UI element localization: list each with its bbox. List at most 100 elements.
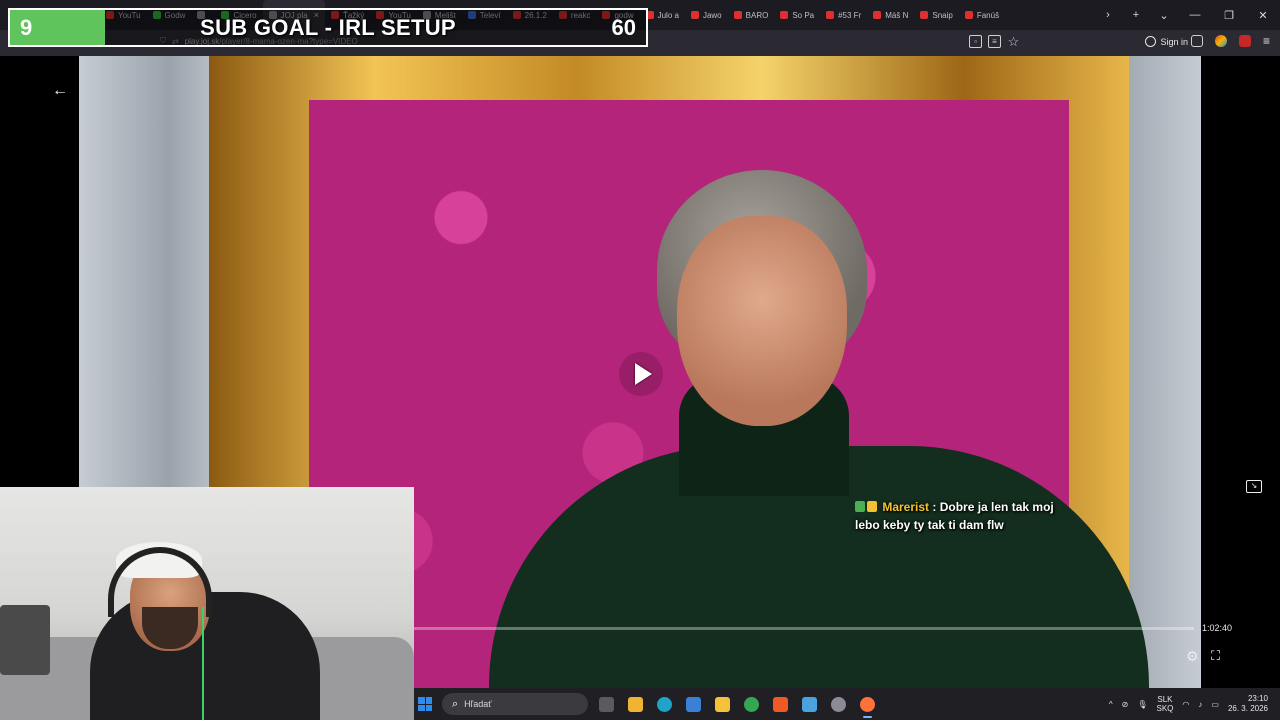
taskbar-app-steam[interactable]: [824, 688, 853, 720]
woman-face: [677, 216, 847, 426]
task-view-icon: [599, 696, 614, 712]
lang-line2: SKQ: [1156, 704, 1174, 713]
browser-tab[interactable]: BARO: [728, 0, 775, 30]
youtube-icon: [780, 11, 789, 19]
taskbar-app-edge[interactable]: [650, 688, 679, 720]
play-button[interactable]: [619, 352, 663, 396]
wifi-icon[interactable]: ◠: [1182, 700, 1189, 709]
taskbar-app-brave[interactable]: [766, 688, 795, 720]
play-icon: [635, 363, 652, 385]
search-placeholder: Hľadať: [464, 699, 492, 709]
tabbar-controls: › + ⌄ — ❐ ✕: [1094, 0, 1280, 30]
browser-tab-label: Snaip: [932, 10, 953, 20]
search-icon: ⌕: [452, 697, 459, 710]
chrome-icon: [744, 696, 759, 712]
green-cable: [202, 607, 204, 720]
edge-icon: [657, 696, 672, 712]
notepad-icon: [802, 696, 817, 712]
network-off-icon[interactable]: ⊘: [1122, 700, 1129, 709]
back-arrow-icon[interactable]: ←: [52, 82, 68, 100]
subscriber-badge-icon: [867, 501, 877, 512]
duration-label: 1:02:40: [1202, 623, 1233, 633]
browser-tab-label: Julo a: [657, 10, 679, 20]
chat-badge-icon: [855, 501, 865, 512]
windows-logo-icon: [418, 697, 432, 711]
youtube-icon: [690, 11, 699, 19]
microphone-icon[interactable]: 🎙: [1137, 700, 1147, 709]
sub-goal-target: 60: [611, 15, 636, 40]
tray-chevron-icon[interactable]: ^: [1109, 700, 1113, 709]
volume-icon[interactable]: ♪: [1198, 700, 1202, 709]
chat-separator: :: [929, 500, 940, 514]
taskbar-search[interactable]: ⌕ Hľadať: [442, 693, 588, 715]
ublock-icon[interactable]: [1238, 35, 1251, 47]
reader-view-icon[interactable]: ≡: [988, 35, 1001, 48]
exit-picture-in-picture-icon[interactable]: ↘: [1246, 480, 1262, 493]
browser-tab-label: Jawo: [702, 10, 722, 20]
windows-taskbar: ⌕ Hľadať ^ ⊘ 🎙 SLK SKQ ◠ ♪ ▭ 23:10 26. 3…: [414, 688, 1280, 720]
system-tray: ^ ⊘ 🎙 SLK SKQ ◠ ♪ ▭ 23:10 26. 3. 2026: [1109, 688, 1280, 720]
youtube-icon: [964, 11, 973, 19]
chat-username: Marerist: [882, 500, 930, 514]
clock[interactable]: 23:10 26. 3. 2026: [1228, 694, 1268, 714]
browser-tab[interactable]: #53 Fr: [820, 0, 867, 30]
battery-icon[interactable]: ▭: [1211, 700, 1219, 709]
taskbar-app-firefox[interactable]: [853, 688, 882, 720]
bookmark-star-icon[interactable]: ☆: [1007, 35, 1020, 48]
lang-line1: SLK: [1157, 695, 1173, 704]
youtube-icon: [920, 11, 929, 19]
toolbar-extensions: ≡: [1190, 35, 1270, 47]
browser-tab[interactable]: Jawo: [685, 0, 728, 30]
pinned-apps: [592, 688, 882, 720]
minimize-button[interactable]: —: [1178, 0, 1212, 30]
browser-tab-label: BARO: [745, 10, 769, 20]
explorer-icon: [715, 696, 730, 712]
taskbar-app-photos[interactable]: [679, 688, 708, 720]
chat-message: Marerist : Dobre ja len tak moj lebo keb…: [855, 498, 1065, 534]
clock-date: 26. 3. 2026: [1227, 704, 1268, 713]
browser-tab-label: So Pa: [792, 10, 815, 20]
photos-icon: [686, 696, 701, 712]
picture-in-picture-icon[interactable]: ▫: [969, 35, 982, 48]
store-icon: [628, 696, 643, 712]
account-icon: [1145, 36, 1157, 47]
tab-scroll-right-button[interactable]: ›: [1094, 0, 1122, 30]
taskbar-app-chrome[interactable]: [737, 688, 766, 720]
restore-button[interactable]: ❐: [1212, 0, 1246, 30]
input-language[interactable]: SLK SKQ: [1157, 695, 1174, 713]
browser-tab-label: #53 Fr: [838, 10, 862, 20]
youtube-icon: [733, 11, 742, 19]
taskbar-app-task-view[interactable]: [592, 688, 621, 720]
extensions-puzzle-icon[interactable]: [1190, 35, 1203, 47]
shelf: [0, 605, 50, 675]
sub-goal-overlay: 9 SUB GOAL - IRL SETUP 60: [8, 8, 648, 47]
brave-icon: [773, 696, 788, 712]
sub-goal-title: SUB GOAL - IRL SETUP: [200, 15, 456, 40]
sign-in-label: Sign in: [1160, 36, 1188, 47]
settings-gear-icon[interactable]: ⚙: [1186, 648, 1199, 665]
close-window-button[interactable]: ✕: [1246, 0, 1280, 30]
streamer-webcam: [0, 487, 414, 720]
browser-tab[interactable]: So Pa: [774, 0, 820, 30]
firefox-icon: [860, 696, 875, 712]
taskbar-app-explorer[interactable]: [708, 688, 737, 720]
youtube-icon: [826, 11, 835, 19]
sign-in-button[interactable]: Sign in: [1145, 36, 1188, 47]
steam-icon: [831, 696, 846, 712]
menu-icon[interactable]: ≡: [1263, 35, 1270, 47]
browser-tab[interactable]: Snaip: [914, 0, 958, 30]
fullscreen-exit-icon[interactable]: ⛶: [1211, 648, 1220, 664]
extension-icon[interactable]: [1214, 35, 1227, 47]
start-button[interactable]: [414, 688, 436, 720]
taskbar-app-notepad[interactable]: [795, 688, 824, 720]
clock-time: 23:10: [1247, 694, 1268, 703]
browser-tab-label: Fanúš: [976, 10, 1000, 20]
browser-tab[interactable]: Fanúš: [959, 0, 1005, 30]
list-all-tabs-button[interactable]: ⌄: [1150, 0, 1178, 30]
taskbar-app-store[interactable]: [621, 688, 650, 720]
seek-bar[interactable]: [414, 627, 1194, 630]
browser-tab[interactable]: Máš N: [867, 0, 914, 30]
new-tab-button[interactable]: +: [1122, 0, 1150, 30]
page-actions: ▫ ≡ ☆: [969, 35, 1020, 48]
youtube-icon: [873, 11, 882, 19]
